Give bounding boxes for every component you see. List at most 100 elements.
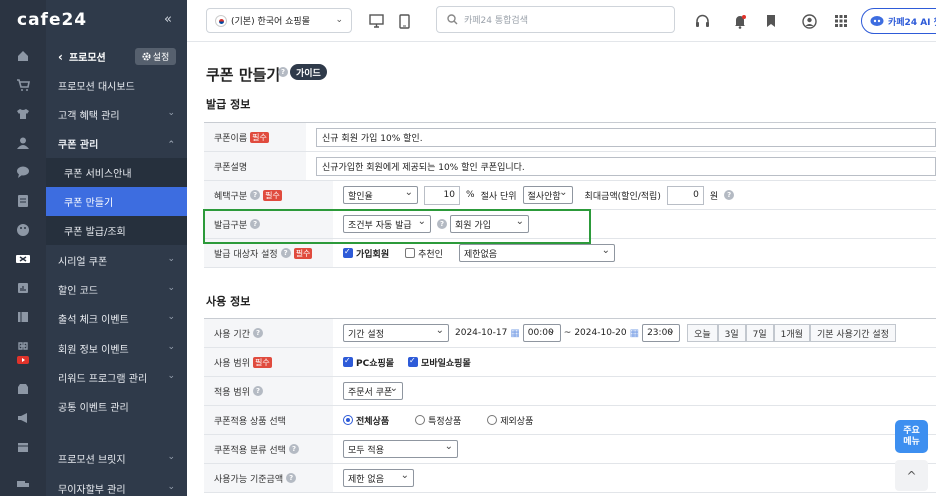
today-button[interactable]: 오늘 — [687, 324, 718, 342]
sidebar-item-customer-benefit[interactable]: 고객 혜택 관리 ⌄ — [46, 100, 187, 129]
user-icon[interactable] — [15, 135, 31, 151]
collapse-sidebar-icon[interactable]: « — [164, 12, 172, 27]
help-icon[interactable]: ? — [250, 219, 261, 229]
guide-button[interactable]: 가이드 — [290, 64, 327, 80]
target-limit-select[interactable]: 제한없음 — [458, 244, 615, 262]
3days-button[interactable]: 3일 — [717, 324, 746, 342]
mobile-checkbox[interactable] — [408, 356, 419, 367]
help-icon[interactable]: ? — [437, 219, 447, 229]
sidebar-item-coupon-create[interactable]: 쿠폰 만들기 — [46, 187, 187, 216]
cart-icon[interactable] — [15, 77, 31, 93]
sidebar-item-promotion-bridge[interactable]: 프로모션 브릿지 ⌄ — [46, 444, 187, 473]
max-amount-label: 최대금액(할인/적립) — [584, 191, 661, 202]
issue-type-select[interactable]: 조건부 자동 발급 — [343, 215, 431, 233]
all-products-radio[interactable] — [343, 415, 353, 425]
sidebar-settings-button[interactable]: 설정 — [135, 48, 176, 65]
calendar-icon[interactable]: ▦ — [630, 328, 639, 339]
sidebar-item-coupon-issue-search[interactable]: 쿠폰 발급/조회 — [46, 216, 187, 245]
sidebar-item-common-event[interactable]: 공통 이벤트 관리 — [46, 392, 187, 421]
headset-icon[interactable] — [693, 12, 711, 30]
apps-grid-icon[interactable] — [832, 12, 850, 30]
end-time-select[interactable]: 23:00 — [642, 324, 681, 342]
default-period-button[interactable]: 기본 사용기간 설정 — [809, 324, 896, 342]
chat-icon[interactable] — [15, 164, 31, 180]
benefit-type-select[interactable]: 할인율 — [343, 186, 418, 204]
sidebar-item-attendance-event[interactable]: 출석 체크 이벤트 ⌄ — [46, 304, 187, 333]
shop-select[interactable]: (기본) 한국어 쇼핑몰 ⌄ — [206, 8, 352, 33]
calendar-icon[interactable] — [15, 439, 31, 455]
chevron-down-icon: ⌄ — [167, 254, 175, 264]
coupon-desc-field[interactable]: 신규가입한 회원에게 제공되는 10% 할인 쿠폰입니다. — [316, 156, 936, 176]
truck-icon[interactable] — [15, 476, 31, 492]
chevron-up-icon: ⌃ — [167, 140, 175, 150]
megaphone-icon[interactable] — [15, 410, 31, 426]
home-icon[interactable] — [15, 48, 31, 64]
sidebar-item-member-info-event[interactable]: 회원 정보 이벤트 ⌄ — [46, 334, 187, 363]
specific-products-label: 특정상품 — [428, 416, 462, 427]
sidebar-item-interest-free[interactable]: 무이자할부 관리 ⌄ — [46, 474, 187, 496]
referrer-checkbox[interactable] — [405, 248, 416, 258]
cut-unit-select[interactable]: 절사안함 — [522, 186, 573, 204]
sidebar-item-coupon-guide[interactable]: 쿠폰 서비스안내 — [46, 158, 187, 187]
start-date-field[interactable]: 2024-10-17 — [455, 328, 507, 338]
youtube-icon[interactable] — [15, 352, 31, 368]
specific-products-radio[interactable] — [415, 415, 426, 425]
board-icon[interactable] — [15, 309, 31, 325]
key-menu-button[interactable]: 주요 메뉴 — [895, 420, 928, 453]
min-amount-select[interactable]: 제한 없음 — [343, 469, 414, 487]
excluded-products-radio[interactable] — [487, 415, 498, 425]
shirt-icon[interactable] — [15, 106, 31, 122]
issue-condition-select[interactable]: 회원 가입 — [450, 215, 529, 233]
period-type-select[interactable]: 기간 설정 — [343, 324, 449, 342]
document-icon[interactable] — [15, 193, 31, 209]
sidebar-item-label: 쿠폰 발급/조회 — [64, 227, 126, 238]
sidebar-item-promotion-dashboard[interactable]: 프로모션 대시보드 — [46, 71, 187, 100]
help-icon[interactable]: ? — [252, 386, 263, 396]
chart-icon[interactable] — [15, 280, 31, 296]
max-amount-field[interactable]: 0 — [666, 185, 704, 205]
1month-button[interactable]: 1개월 — [773, 324, 810, 342]
desktop-icon[interactable] — [367, 12, 385, 30]
calendar-icon[interactable]: ▦ — [510, 328, 519, 339]
scope-row: 사용 범위필수 PC쇼핑몰 모바일쇼핑몰 — [204, 348, 936, 377]
required-badge: 필수 — [293, 247, 313, 259]
help-icon[interactable]: ? — [250, 190, 261, 200]
store-icon[interactable] — [15, 381, 31, 397]
help-icon[interactable]: ? — [280, 248, 291, 258]
palette-icon[interactable] — [15, 222, 31, 238]
ai-chat-button[interactable]: 카페24 AI 챗 — [861, 8, 936, 34]
scroll-top-button[interactable]: ^ — [895, 460, 928, 491]
category-select[interactable]: 모두 적용 — [343, 440, 458, 458]
chevron-down-icon: ⌄ — [167, 371, 175, 381]
sidebar-item-serial-coupon[interactable]: 시리얼 쿠폰 ⌄ — [46, 246, 187, 275]
pc-checkbox[interactable] — [343, 356, 353, 367]
help-icon[interactable]: ? — [724, 190, 735, 200]
help-icon[interactable]: ? — [278, 67, 288, 77]
start-time-select[interactable]: 00:00 — [522, 324, 561, 342]
end-date-field[interactable]: 2024-10-20 — [574, 328, 626, 338]
use-info-table: 사용 기간? 기간 설정 2024-10-17 ▦ 00:00 ~ 2024-1… — [204, 318, 936, 493]
coupon-name-field[interactable]: 신규 회원 가입 10% 할인. — [316, 127, 936, 147]
7days-button[interactable]: 7일 — [745, 324, 774, 342]
sidebar-item-reward-program[interactable]: 리워드 프로그램 관리 ⌄ — [46, 363, 187, 392]
benefit-value-field[interactable]: 10 — [424, 185, 460, 205]
member-checkbox[interactable] — [343, 247, 353, 258]
sidebar-item-discount-code[interactable]: 할인 코드 ⌄ — [46, 275, 187, 304]
help-icon[interactable]: ? — [252, 328, 263, 338]
bookmark-icon[interactable] — [762, 12, 780, 30]
help-icon[interactable]: ? — [286, 473, 297, 483]
help-icon[interactable]: ? — [288, 444, 299, 454]
promotion-icon[interactable] — [12, 251, 34, 267]
bell-icon[interactable] — [731, 12, 749, 30]
mobile-icon[interactable] — [395, 12, 413, 30]
benefit-label: 혜택구분 — [214, 191, 248, 202]
sidebar-item-coupon-management[interactable]: 쿠폰 관리 ⌃ — [46, 129, 187, 158]
search-input[interactable]: 카페24 통합검색 — [436, 6, 675, 33]
apply-label: 적용 범위 — [214, 387, 250, 398]
account-icon[interactable] — [800, 12, 818, 30]
apply-select[interactable]: 주문서 쿠폰 — [343, 382, 403, 400]
issue-type-value: 조건부 자동 발급 — [348, 220, 412, 231]
issue-type-row: 발급구분? 조건부 자동 발급 ? 회원 가입 — [204, 210, 936, 239]
cafe24-logo[interactable]: cafe24 — [17, 10, 87, 30]
use-section-title: 사용 정보 — [206, 295, 251, 308]
